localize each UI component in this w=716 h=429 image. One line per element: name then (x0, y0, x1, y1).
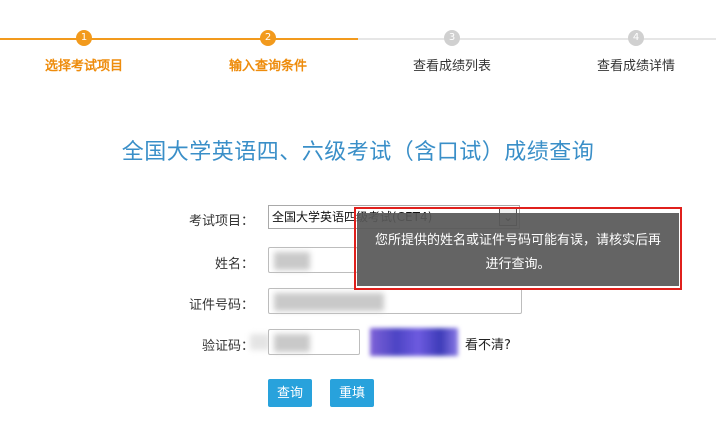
exam-label: 考试项目： (188, 214, 254, 229)
step-score-list: 3 查看成绩列表 (377, 30, 527, 74)
reset-button[interactable]: 重填 (330, 379, 375, 407)
step-score-detail: 4 查看成绩详情 (561, 30, 711, 74)
step-enter-conditions: 2 输入查询条件 (193, 30, 343, 74)
captcha-refresh-link[interactable]: 看不清? (465, 334, 511, 353)
redacted-id-number (274, 293, 384, 311)
captcha-image[interactable] (370, 328, 458, 356)
error-message-line-2: 进行查询。 (485, 257, 551, 272)
step-label: 选择考试项目 (44, 59, 123, 74)
redacted-label-part (250, 334, 270, 350)
page-title: 全国大学英语四、六级考试（含口试）成绩查询 (121, 140, 595, 165)
id-label: 证件号码： (188, 298, 254, 313)
step-label: 输入查询条件 (228, 59, 307, 74)
redacted-name (274, 252, 310, 270)
step-select-exam: 1 选择考试项目 (9, 30, 159, 74)
captcha-label: 验证码： (201, 339, 254, 354)
error-message-line-1: 您所提供的姓名或证件号码可能有误，请核实后再 (374, 233, 661, 248)
error-toast: 您所提供的姓名或证件号码可能有误，请核实后再 进行查询。 (357, 213, 679, 286)
redacted-captcha (274, 334, 310, 352)
step-number-3: 3 (444, 30, 460, 46)
step-number-4: 4 (628, 30, 644, 46)
step-number-2: 2 (260, 30, 276, 46)
step-number-1: 1 (76, 30, 92, 46)
step-progress: 1 选择考试项目 2 输入查询条件 3 查看成绩列表 4 查看成绩详情 (0, 0, 716, 80)
query-button[interactable]: 查询 (268, 379, 313, 407)
step-label: 查看成绩列表 (412, 59, 491, 74)
name-label: 姓名： (214, 257, 254, 272)
step-label: 查看成绩详情 (596, 59, 675, 74)
